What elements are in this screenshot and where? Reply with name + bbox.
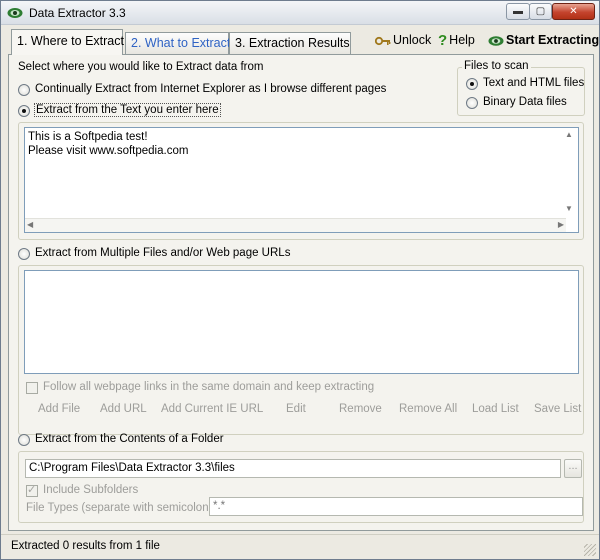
remove-all-button[interactable]: Remove All bbox=[399, 403, 457, 415]
add-file-button[interactable]: Add File bbox=[38, 403, 80, 415]
extract-folder-label[interactable]: Extract from the Contents of a Folder bbox=[35, 433, 224, 445]
extract-files-radio[interactable] bbox=[18, 248, 30, 260]
minimize-button[interactable]: ▬ bbox=[506, 3, 530, 20]
edit-button[interactable]: Edit bbox=[286, 403, 306, 415]
scroll-up-arrow-icon[interactable]: ▲ bbox=[565, 130, 573, 139]
scroll-right-arrow-icon[interactable]: ▶ bbox=[558, 220, 564, 229]
scroll-down-arrow-icon[interactable]: ▼ bbox=[565, 204, 573, 213]
eye-icon bbox=[488, 35, 504, 46]
start-extracting-button[interactable]: Start Extracting bbox=[488, 33, 599, 47]
where-to-extract-panel: Select where you would like to Extract d… bbox=[8, 54, 594, 531]
tab-what-to-extract[interactable]: 2. What to Extract bbox=[125, 32, 230, 54]
files-to-scan-group bbox=[457, 67, 585, 116]
browse-folder-button[interactable]: ... bbox=[564, 459, 582, 478]
extract-text-label[interactable]: Extract from the Text you enter here bbox=[34, 103, 221, 117]
tab-where-to-extract[interactable]: 1. Where to Extract bbox=[11, 29, 124, 55]
file-types-input[interactable]: *.* bbox=[209, 497, 583, 516]
extract-ie-radio[interactable] bbox=[18, 84, 30, 96]
window-title: Data Extractor 3.3 bbox=[29, 6, 126, 20]
binary-data-label[interactable]: Binary Data files bbox=[483, 96, 567, 108]
source-prompt: Select where you would like to Extract d… bbox=[18, 61, 264, 73]
resize-grip-icon[interactable] bbox=[584, 544, 596, 556]
extract-ie-label[interactable]: Continually Extract from Internet Explor… bbox=[35, 83, 386, 95]
app-window: Data Extractor 3.3 ▬ ▢ ✕ 1. Where to Ext… bbox=[0, 0, 600, 560]
tab-extraction-results[interactable]: 3. Extraction Results bbox=[229, 32, 351, 54]
add-url-button[interactable]: Add URL bbox=[100, 403, 147, 415]
include-subfolders-checkbox[interactable] bbox=[26, 483, 38, 497]
text-area-hscrollbar[interactable]: ◀ ▶ bbox=[25, 218, 566, 232]
question-icon: ? bbox=[438, 31, 448, 49]
status-bar: Extracted 0 results from 1 file bbox=[1, 534, 599, 559]
load-list-button[interactable]: Load List bbox=[472, 403, 519, 415]
unlock-button[interactable]: Unlock bbox=[375, 33, 431, 47]
save-list-button[interactable]: Save List bbox=[534, 403, 581, 415]
close-button[interactable]: ✕ bbox=[552, 3, 595, 20]
extract-files-label[interactable]: Extract from Multiple Files and/or Web p… bbox=[35, 247, 290, 259]
status-text: Extracted 0 results from 1 file bbox=[11, 540, 160, 552]
files-urls-list[interactable] bbox=[24, 270, 579, 374]
unlock-label: Unlock bbox=[393, 33, 432, 47]
title-bar[interactable]: Data Extractor 3.3 ▬ ▢ ✕ bbox=[1, 1, 599, 25]
extract-folder-radio[interactable] bbox=[18, 434, 30, 446]
maximize-button[interactable]: ▢ bbox=[529, 3, 552, 20]
eye-icon bbox=[7, 8, 23, 18]
text-html-radio[interactable] bbox=[466, 78, 478, 90]
text-html-label[interactable]: Text and HTML files bbox=[483, 77, 584, 89]
folder-path-input[interactable]: C:\Program Files\Data Extractor 3.3\file… bbox=[25, 459, 561, 478]
help-label: Help bbox=[449, 33, 475, 47]
start-extracting-label: Start Extracting bbox=[506, 33, 600, 47]
help-button[interactable]: ? Help bbox=[438, 31, 475, 49]
key-icon bbox=[375, 36, 391, 45]
follow-links-checkbox[interactable] bbox=[26, 382, 38, 394]
include-subfolders-label[interactable]: Include Subfolders bbox=[43, 484, 138, 496]
scroll-left-arrow-icon[interactable]: ◀ bbox=[27, 220, 33, 229]
files-to-scan-title: Files to scan bbox=[462, 60, 531, 72]
extract-text-radio[interactable] bbox=[18, 105, 30, 117]
add-current-ie-url-button[interactable]: Add Current IE URL bbox=[161, 403, 263, 415]
follow-links-label[interactable]: Follow all webpage links in the same dom… bbox=[43, 381, 374, 393]
file-types-label: File Types (separate with semicolons) bbox=[26, 502, 219, 514]
binary-data-radio[interactable] bbox=[466, 97, 478, 109]
remove-button[interactable]: Remove bbox=[339, 403, 382, 415]
